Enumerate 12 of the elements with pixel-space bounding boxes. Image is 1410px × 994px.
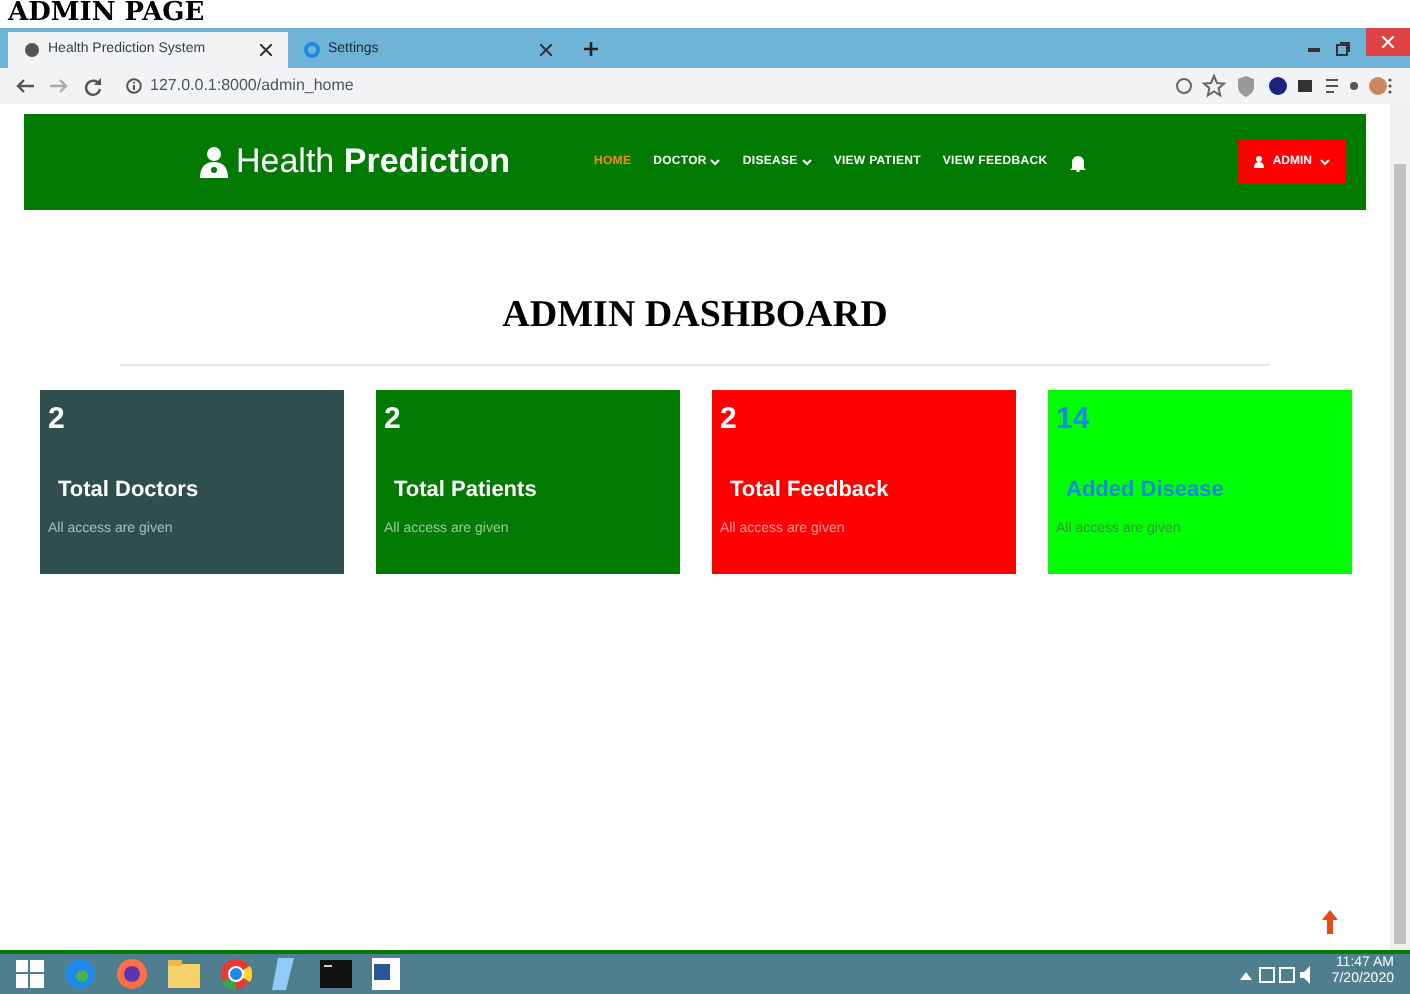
card-count: 14 bbox=[1056, 402, 1092, 438]
card-count: 2 bbox=[48, 402, 67, 438]
card-title: Total Feedback bbox=[730, 476, 891, 506]
brand-name[interactable]: Health Prediction bbox=[236, 136, 510, 188]
card-title: Added Disease bbox=[1066, 476, 1226, 506]
url-text: 127.0.0.1:8000/admin_home bbox=[150, 74, 354, 98]
card-title: Total Patients bbox=[394, 476, 539, 506]
card-title: Total Doctors bbox=[58, 476, 201, 506]
page-caption: ADMIN PAGE bbox=[8, 0, 205, 28]
card-count: 2 bbox=[720, 402, 739, 438]
card-count: 2 bbox=[384, 402, 403, 438]
page-heading: ADMIN DASHBOARD bbox=[502, 291, 888, 339]
